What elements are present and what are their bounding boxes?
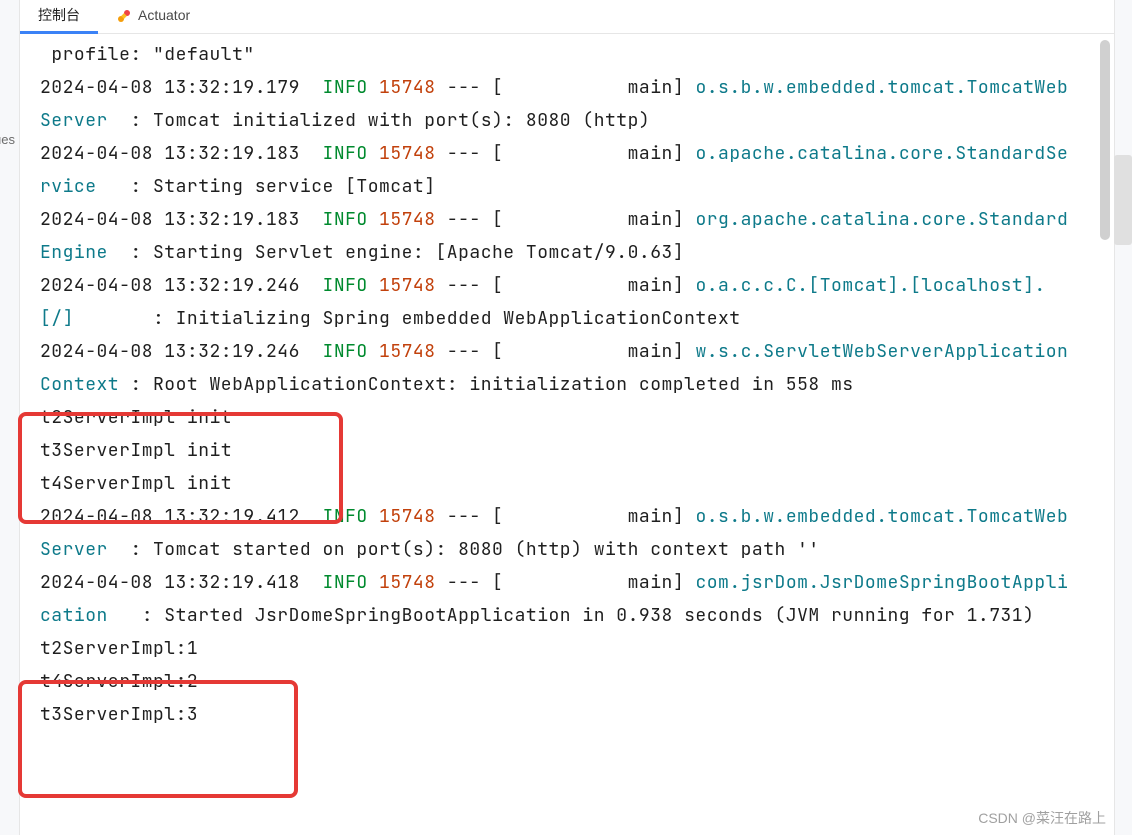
log-stdout: t2ServerImpl:1 bbox=[40, 637, 198, 660]
tab-actuator[interactable]: Actuator bbox=[98, 0, 208, 34]
log-pid: 15748 bbox=[379, 274, 436, 297]
log-sep: --- [ main] bbox=[436, 274, 696, 297]
log-timestamp: 2024-04-08 13:32:19.246 bbox=[40, 340, 300, 363]
log-level: INFO bbox=[323, 571, 368, 594]
log-profile: profile: "default" bbox=[40, 43, 255, 66]
tab-bar: 控制台 Actuator bbox=[20, 0, 1114, 34]
log-msg: : Starting service [Tomcat] bbox=[97, 175, 436, 198]
left-gutter bbox=[0, 0, 20, 835]
log-stdout: t2ServerImpl init bbox=[40, 406, 232, 429]
log-stdout: t3ServerImpl:3 bbox=[40, 703, 198, 726]
log-timestamp: 2024-04-08 13:32:19.183 bbox=[40, 142, 300, 165]
log-sep: --- [ main] bbox=[436, 142, 696, 165]
log-sep: --- [ main] bbox=[436, 76, 696, 99]
log-pid: 15748 bbox=[379, 76, 436, 99]
watermark: CSDN @菜汪在路上 bbox=[978, 807, 1106, 829]
log-msg: : Root WebApplicationContext: initializa… bbox=[119, 373, 854, 396]
log-stdout: t4ServerImpl:2 bbox=[40, 670, 198, 693]
tab-console[interactable]: 控制台 bbox=[20, 0, 98, 34]
right-gutter bbox=[1114, 0, 1132, 835]
log-level: INFO bbox=[323, 142, 368, 165]
log-msg: : Tomcat started on port(s): 8080 (http)… bbox=[108, 538, 820, 561]
log-timestamp: 2024-04-08 13:32:19.412 bbox=[40, 505, 300, 528]
log-msg: : Starting Servlet engine: [Apache Tomca… bbox=[108, 241, 684, 264]
log-level: INFO bbox=[323, 274, 368, 297]
log-sep: --- [ main] bbox=[436, 208, 696, 231]
console-output[interactable]: profile: "default" 2024-04-08 13:32:19.1… bbox=[40, 38, 1072, 835]
log-stdout: t3ServerImpl init bbox=[40, 439, 232, 462]
tab-actuator-label: Actuator bbox=[138, 4, 190, 26]
scrollbar-thumb[interactable] bbox=[1100, 40, 1110, 240]
log-timestamp: 2024-04-08 13:32:19.418 bbox=[40, 571, 300, 594]
tab-console-label: 控制台 bbox=[38, 4, 80, 26]
log-pid: 15748 bbox=[379, 571, 436, 594]
log-timestamp: 2024-04-08 13:32:19.246 bbox=[40, 274, 300, 297]
log-msg: : Started JsrDomeSpringBootApplication i… bbox=[108, 604, 1035, 627]
log-level: INFO bbox=[323, 76, 368, 99]
log-timestamp: 2024-04-08 13:32:19.179 bbox=[40, 76, 300, 99]
log-pid: 15748 bbox=[379, 142, 436, 165]
log-timestamp: 2024-04-08 13:32:19.183 bbox=[40, 208, 300, 231]
log-level: INFO bbox=[323, 340, 368, 363]
log-stdout: t4ServerImpl init bbox=[40, 472, 232, 495]
log-pid: 15748 bbox=[379, 505, 436, 528]
log-sep: --- [ main] bbox=[436, 571, 696, 594]
log-pid: 15748 bbox=[379, 340, 436, 363]
log-pid: 15748 bbox=[379, 208, 436, 231]
log-sep: --- [ main] bbox=[436, 340, 696, 363]
log-level: INFO bbox=[323, 208, 368, 231]
overview-marker bbox=[1114, 155, 1132, 245]
log-msg: : Initializing Spring embedded WebApplic… bbox=[74, 307, 741, 330]
log-msg: : Tomcat initialized with port(s): 8080 … bbox=[108, 109, 650, 132]
left-tool-label: ues bbox=[0, 130, 15, 151]
log-sep: --- [ main] bbox=[436, 505, 696, 528]
log-level: INFO bbox=[323, 505, 368, 528]
actuator-icon bbox=[116, 8, 132, 24]
